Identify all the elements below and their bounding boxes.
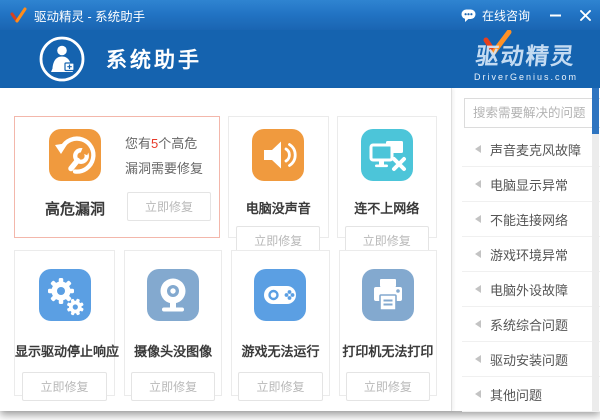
card-title: 游戏无法运行 (232, 341, 328, 360)
main-panel: 高危漏洞 您有5个高危 漏洞需要修复 立即修复 (0, 88, 452, 411)
header-banner: 系统助手 驱动精灵 DriverGenius.com (0, 30, 600, 88)
sidebar-item-label: 声音麦克风故障 (490, 140, 581, 159)
triangle-marker-icon (475, 250, 481, 258)
app-window: 驱动精灵 - 系统助手 在线咨询 (0, 0, 600, 411)
search-input[interactable] (464, 98, 600, 128)
triangle-marker-icon (475, 145, 481, 153)
sidebar: 声音麦克风故障 电脑显示异常 不能连接网络 游戏环境异常 电脑外设故障 系统综合… (452, 88, 600, 411)
brand-name: 驱动精灵 (474, 37, 578, 71)
card-title: 显示驱动停止响应 (15, 341, 114, 360)
brand-logo: 驱动精灵 DriverGenius.com (474, 37, 578, 82)
card-title: 电脑没声音 (229, 198, 327, 217)
triangle-marker-icon (475, 180, 481, 188)
fix-now-button[interactable]: 立即修复 (127, 192, 211, 221)
sidebar-item-game-env[interactable]: 游戏环境异常 (462, 237, 600, 272)
close-button[interactable] (570, 0, 600, 30)
sidebar-item-label: 游戏环境异常 (490, 245, 568, 264)
scrollbar-track[interactable] (592, 88, 599, 411)
triangle-marker-icon (475, 285, 481, 293)
vulnerability-description: 您有5个高危 漏洞需要修复 (125, 131, 211, 181)
sidebar-item-label: 其他问题 (490, 385, 542, 404)
minimize-icon (550, 14, 561, 17)
card-title: 连不上网络 (338, 198, 436, 217)
card-webcam-no-image: 摄像头没图像 立即修复 (124, 250, 222, 396)
sidebar-item-sound-mic[interactable]: 声音麦克风故障 (462, 132, 600, 167)
app-logo-check-icon (9, 7, 27, 23)
sidebar-item-label: 不能连接网络 (490, 210, 568, 229)
sidebar-item-label: 系统综合问题 (490, 315, 568, 334)
page-title: 系统助手 (106, 44, 202, 74)
card-no-sound: 电脑没声音 立即修复 (228, 116, 328, 238)
card-high-risk-vulnerability: 高危漏洞 您有5个高危 漏洞需要修复 立即修复 (14, 116, 220, 238)
triangle-marker-icon (475, 215, 481, 223)
card-printer-not-printing: 打印机无法打印 立即修复 (339, 250, 437, 396)
fix-now-button[interactable]: 立即修复 (346, 372, 430, 401)
card-title: 打印机无法打印 (340, 341, 436, 360)
scrollbar-thumb[interactable] (592, 88, 599, 134)
system-assistant-icon (38, 35, 86, 83)
brand-domain: DriverGenius.com (474, 72, 578, 82)
online-consult-button[interactable]: 在线咨询 (451, 0, 540, 30)
chat-bubble-icon (461, 9, 476, 22)
fix-now-button[interactable]: 立即修复 (131, 372, 215, 401)
titlebar: 驱动精灵 - 系统助手 在线咨询 (0, 0, 600, 30)
webcam-icon (147, 269, 199, 321)
card-title: 摄像头没图像 (125, 341, 221, 360)
sidebar-item-system[interactable]: 系统综合问题 (462, 307, 600, 342)
triangle-marker-icon (475, 320, 481, 328)
card-game-not-running: 游戏无法运行 立即修复 (231, 250, 329, 396)
sidebar-item-other[interactable]: 其他问题 (462, 377, 600, 412)
minimize-button[interactable] (540, 0, 570, 30)
gears-icon (39, 269, 91, 321)
online-consult-label: 在线咨询 (482, 7, 530, 24)
card-display-driver-stopped: 显示驱动停止响应 立即修复 (14, 250, 115, 396)
window-title: 驱动精灵 - 系统助手 (34, 6, 145, 25)
fix-now-button[interactable]: 立即修复 (238, 372, 322, 401)
sidebar-item-driver-install[interactable]: 驱动安装问题 (462, 342, 600, 377)
repair-wrench-icon (49, 129, 101, 181)
gamepad-icon (254, 269, 306, 321)
close-icon (580, 10, 591, 21)
sidebar-item-peripherals[interactable]: 电脑外设故障 (462, 272, 600, 307)
card-title: 高危漏洞 (27, 198, 123, 219)
fix-now-button[interactable]: 立即修复 (22, 372, 106, 401)
printer-icon (362, 269, 414, 321)
sidebar-item-display[interactable]: 电脑显示异常 (462, 167, 600, 202)
card-no-network: 连不上网络 立即修复 (337, 116, 437, 238)
network-error-icon (361, 129, 413, 181)
sidebar-item-label: 电脑外设故障 (490, 280, 568, 299)
triangle-marker-icon (475, 355, 481, 363)
sidebar-item-label: 驱动安装问题 (490, 350, 568, 369)
triangle-marker-icon (475, 390, 481, 398)
sidebar-item-label: 电脑显示异常 (490, 175, 568, 194)
speaker-icon (252, 129, 304, 181)
sidebar-item-network[interactable]: 不能连接网络 (462, 202, 600, 237)
